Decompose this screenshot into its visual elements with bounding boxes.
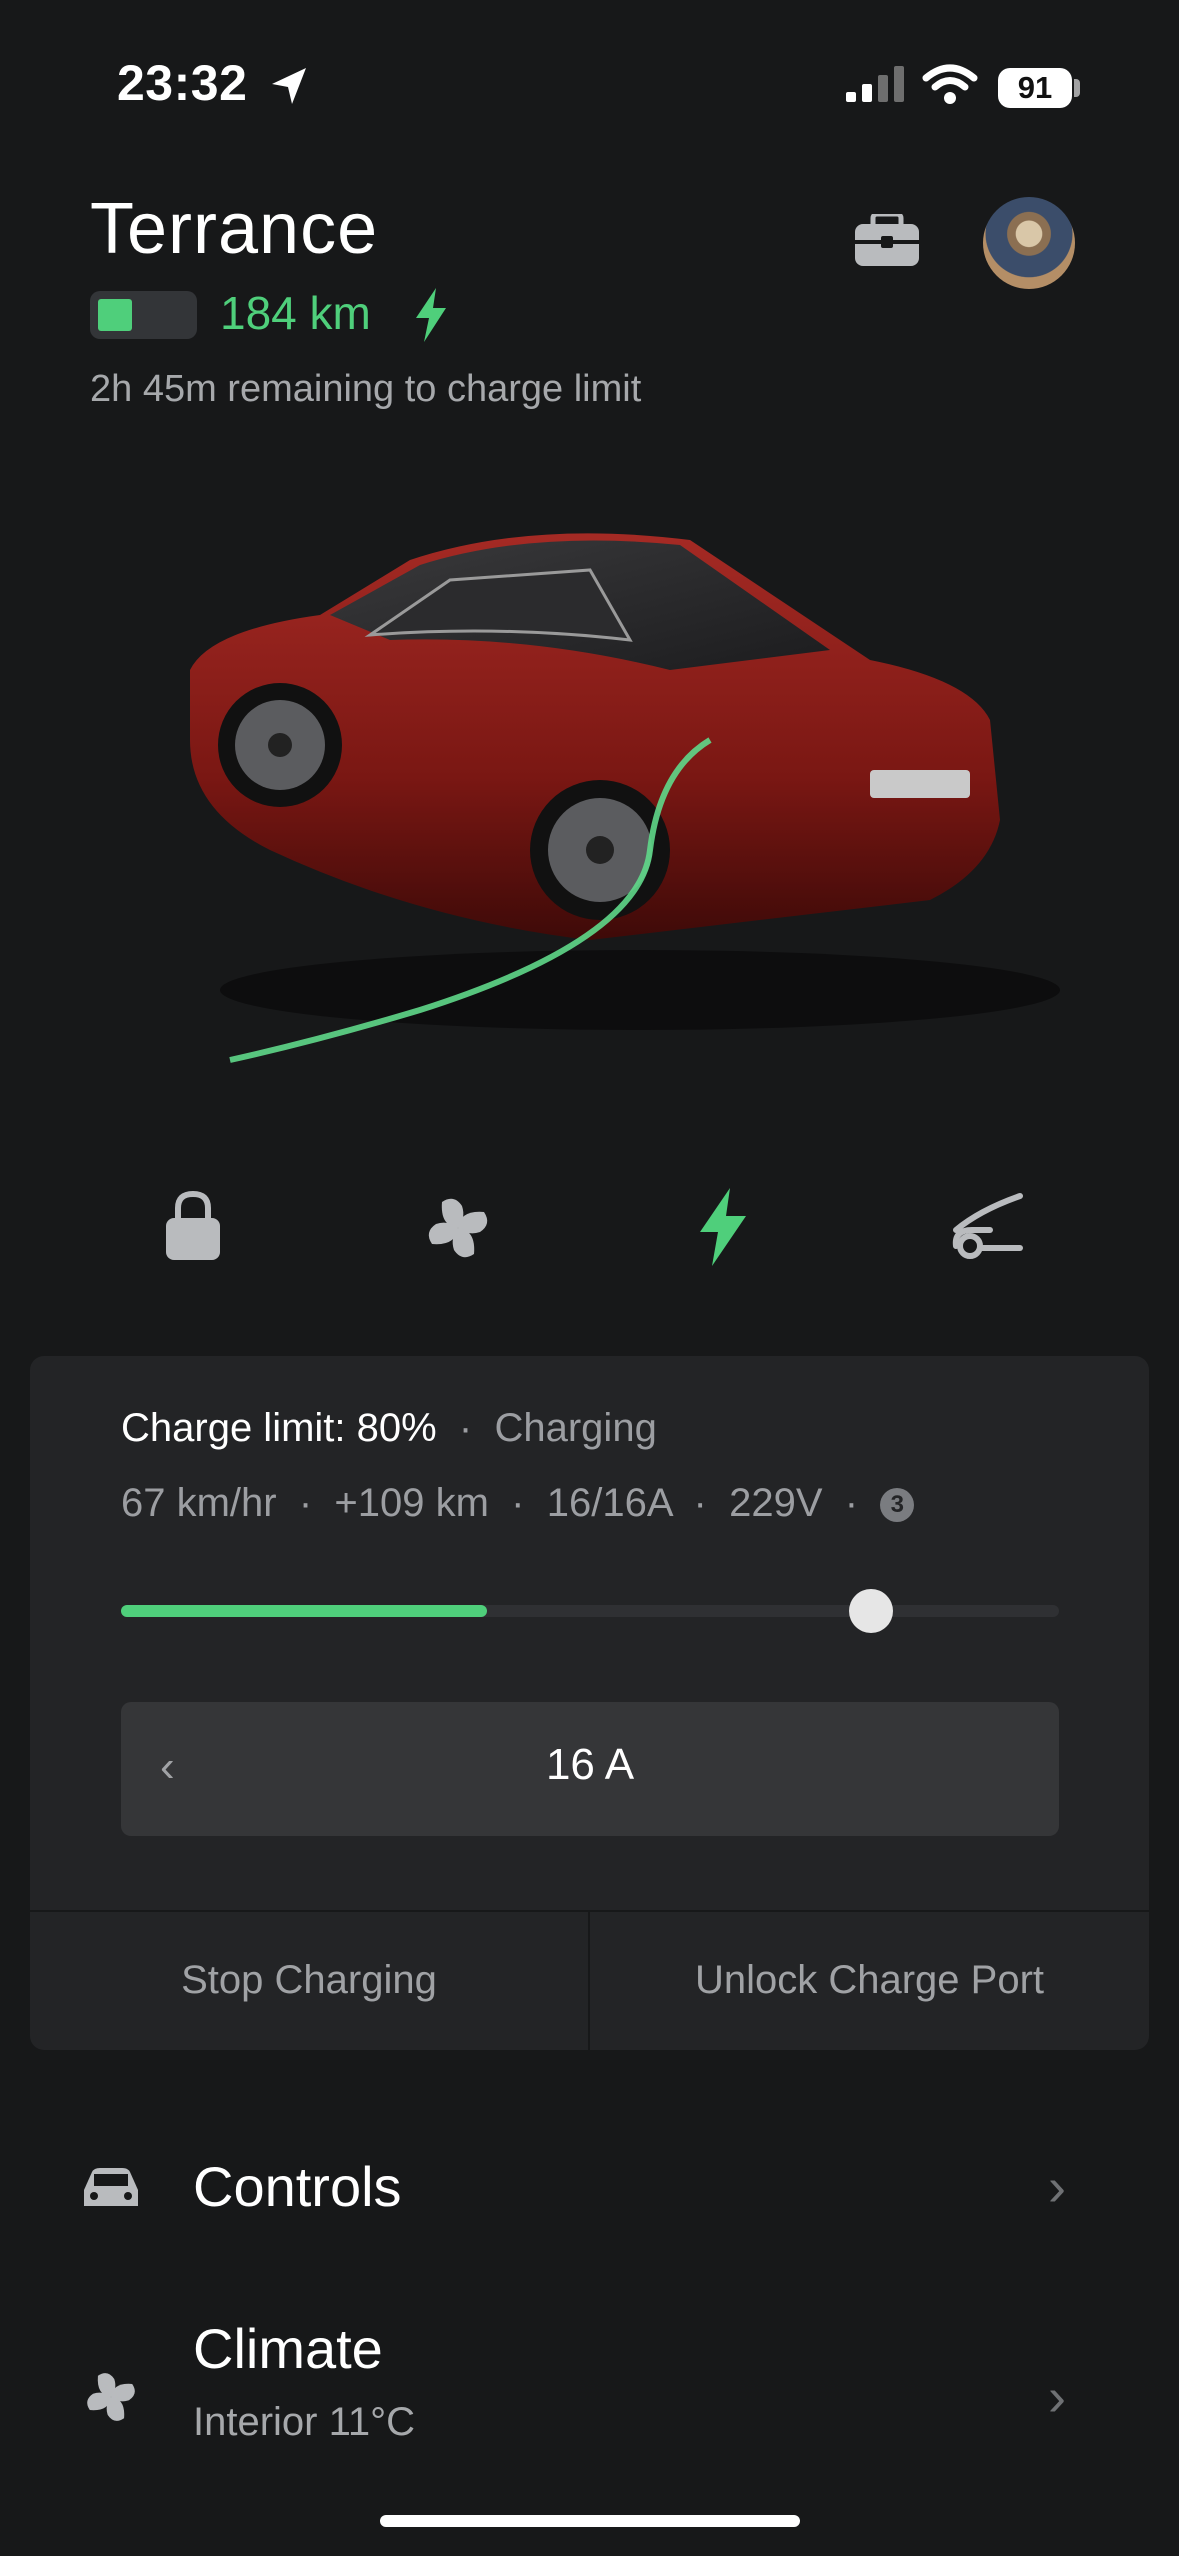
toolbox-icon[interactable]: [855, 214, 919, 266]
frunk-icon[interactable]: [950, 1190, 1026, 1260]
charging-bolt-icon: [416, 288, 446, 342]
car-name[interactable]: Terrance: [90, 188, 378, 270]
chevron-right-icon[interactable]: ›: [1048, 2366, 1066, 2428]
lock-icon[interactable]: [166, 1190, 220, 1260]
climate-subtitle: Interior 11°C: [193, 2400, 416, 2444]
controls-title[interactable]: Controls: [193, 2154, 402, 2219]
charging-state: Charging: [494, 1406, 657, 1450]
added-range: +109 km: [334, 1481, 489, 1525]
charge-remaining-text: 2h 45m remaining to charge limit: [90, 368, 642, 410]
charge-level-fill: [121, 1605, 487, 1617]
climate-title[interactable]: Climate: [193, 2316, 383, 2381]
charge-rate: 67 km/hr: [121, 1481, 277, 1525]
voltage: 229V: [729, 1481, 823, 1525]
fan-icon[interactable]: [420, 1190, 496, 1266]
charge-limit-title[interactable]: Charge limit: 80% · Charging: [121, 1406, 657, 1451]
chevron-right-icon[interactable]: ›: [1048, 2156, 1066, 2218]
car-icon: [84, 2168, 138, 2206]
current-amps: 16/16A: [546, 1481, 672, 1525]
charging-bolt-icon[interactable]: [696, 1188, 750, 1266]
status-time: 23:32: [117, 55, 248, 111]
profile-avatar[interactable]: [983, 197, 1075, 289]
home-indicator[interactable]: [380, 2515, 800, 2527]
separator-dot: ·: [682, 1481, 718, 1525]
separator-dot: ·: [500, 1481, 536, 1525]
separator-dot: ·: [447, 1406, 484, 1450]
fan-icon: [87, 2373, 135, 2421]
stop-charging-button[interactable]: Stop Charging: [30, 1958, 588, 2003]
charge-limit-label: Charge limit: 80%: [121, 1406, 437, 1450]
separator-dot: ·: [833, 1481, 870, 1525]
car-image: [190, 533, 1060, 1063]
phase-badge: 3: [880, 1488, 915, 1523]
separator-dot: ·: [287, 1481, 324, 1525]
range-value: 184 km: [220, 287, 371, 339]
amps-value: 16 A: [545, 1740, 635, 1789]
battery-level: 91: [998, 68, 1072, 108]
charge-stats: 67 km/hr · +109 km · 16/16A · 229V · 3: [121, 1481, 915, 1526]
location-arrow-icon: [272, 68, 306, 104]
range-battery-fill: [98, 299, 132, 331]
wifi-icon: [922, 64, 978, 104]
cellular-signal-icon: [846, 66, 904, 102]
battery-nub: [1074, 79, 1080, 97]
unlock-charge-port-button[interactable]: Unlock Charge Port: [590, 1958, 1149, 2003]
